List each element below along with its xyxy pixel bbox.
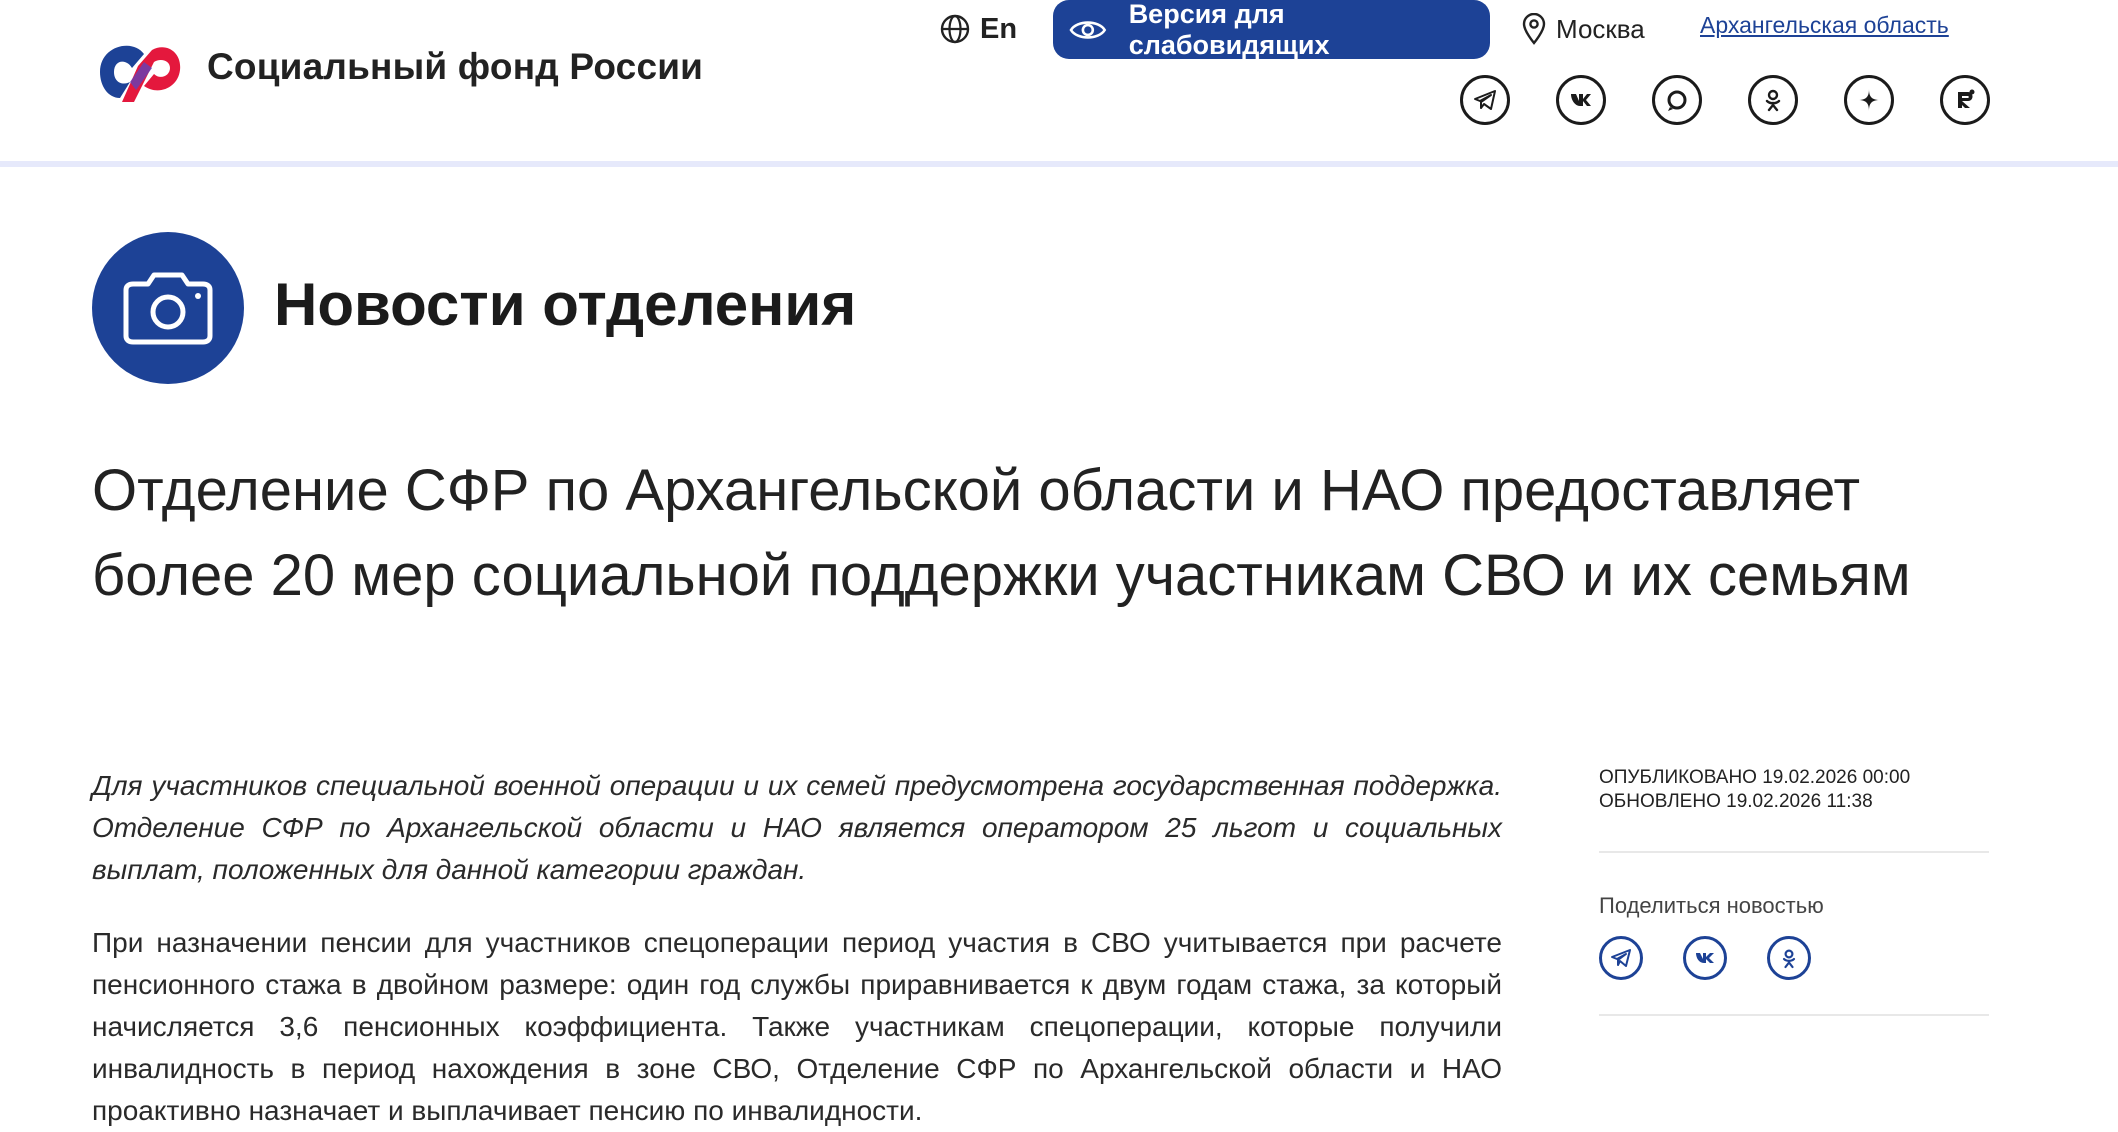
vision-impaired-button[interactable]: Версия для слабовидящих — [1053, 0, 1490, 60]
section-title: Новости отделения — [274, 271, 857, 338]
language-switch[interactable]: En — [940, 12, 1017, 46]
sidebar-divider-bottom — [1599, 1014, 1989, 1016]
city-selector[interactable]: Москва — [1522, 12, 1645, 46]
sidebar-divider — [1599, 851, 1989, 853]
updated-date: Обновлено 19.02.2026 11:38 — [1599, 791, 1873, 812]
language-label: En — [980, 12, 1018, 45]
published-date: Опубликовано 19.02.2026 00:00 — [1599, 767, 1911, 788]
globe-icon — [940, 14, 970, 44]
region-link[interactable]: Архангельская область — [1700, 12, 1949, 39]
location-pin-icon — [1522, 13, 1546, 45]
max-icon[interactable] — [1652, 75, 1702, 125]
share-label: Поделиться новостью — [1599, 893, 1824, 918]
sfr-logo[interactable] — [92, 28, 184, 106]
site-header: Социальный фонд России En Версия для сла… — [0, 0, 2118, 162]
share-telegram-icon[interactable] — [1599, 936, 1643, 980]
city-label: Москва — [1556, 13, 1645, 44]
dzen-icon[interactable] — [1844, 75, 1894, 125]
section-icon — [92, 232, 244, 384]
odnoklassniki-icon[interactable] — [1748, 75, 1798, 125]
camera-icon — [123, 272, 213, 345]
header-divider — [0, 161, 2118, 167]
share-vk-icon[interactable] — [1683, 936, 1727, 980]
article-body: При назначении пенсии для участников спе… — [92, 927, 1502, 1126]
eye-icon — [1069, 20, 1107, 39]
share-odnoklassniki-icon[interactable] — [1767, 936, 1811, 980]
rutube-icon[interactable] — [1940, 75, 1990, 125]
article-headline: Отделение СФР по Архангельской области и… — [92, 458, 1911, 608]
brand-name[interactable]: Социальный фонд России — [207, 46, 703, 88]
vision-impaired-label: Версия для слабовидящих — [1128, 0, 1330, 60]
article-lead: Для участников специальной военной опера… — [92, 770, 1502, 885]
vk-icon[interactable] — [1556, 75, 1606, 125]
article-meta: Опубликовано 19.02.2026 00:00 Обновлено … — [1599, 766, 1910, 814]
telegram-icon[interactable] — [1460, 75, 1510, 125]
